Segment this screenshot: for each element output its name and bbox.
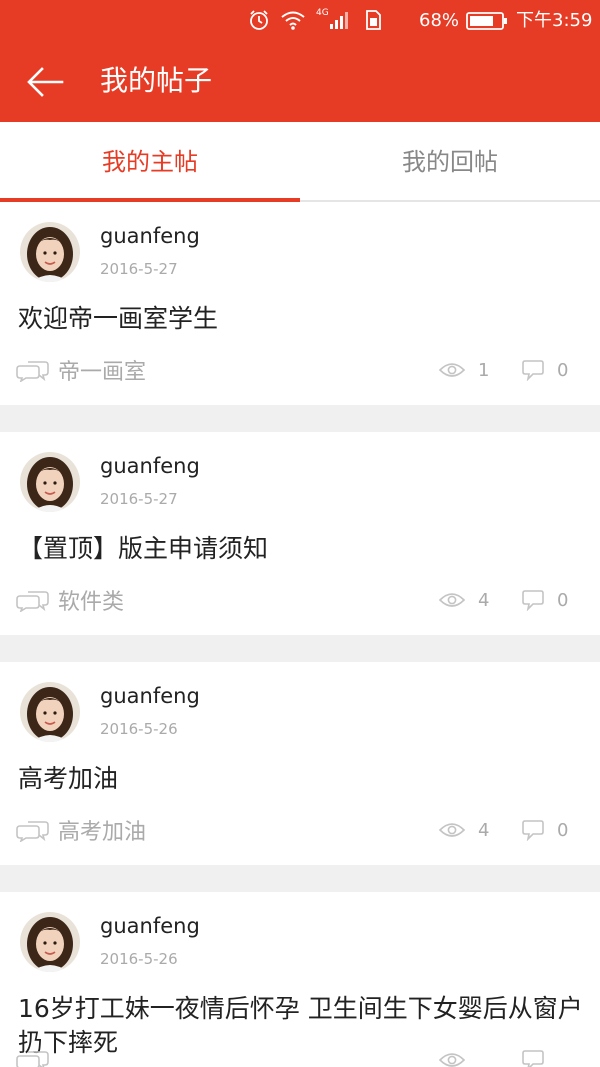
signal-icon bbox=[328, 9, 350, 38]
comment-count: 0 bbox=[521, 355, 568, 385]
back-button[interactable] bbox=[22, 62, 72, 102]
chat-bubbles-icon bbox=[16, 1051, 49, 1067]
username[interactable]: guanfeng bbox=[100, 684, 200, 708]
comment-icon bbox=[522, 1050, 544, 1067]
avatar[interactable] bbox=[20, 912, 80, 972]
forum-tag[interactable]: 软件类 bbox=[16, 585, 124, 615]
eye-icon bbox=[438, 593, 466, 607]
username[interactable]: guanfeng bbox=[100, 914, 200, 938]
status-bar: 4G 68% 下午3:59 bbox=[0, 0, 600, 42]
view-count: 1 bbox=[438, 355, 489, 385]
forum-tag[interactable] bbox=[16, 1045, 58, 1067]
forum-tag[interactable]: 帝一画室 bbox=[16, 355, 146, 385]
tab-bar: 我的主帖 我的回帖 bbox=[0, 122, 600, 202]
comment-count: 0 bbox=[521, 815, 568, 845]
clock: 下午3:59 bbox=[516, 10, 593, 31]
view-count: 4 bbox=[438, 585, 489, 615]
alarm-icon bbox=[248, 9, 270, 38]
sim-icon bbox=[364, 9, 382, 38]
tab-my-replies[interactable]: 我的回帖 bbox=[300, 122, 600, 200]
comment-icon bbox=[522, 590, 544, 611]
forum-tag[interactable]: 高考加油 bbox=[16, 815, 146, 845]
wifi-icon bbox=[280, 9, 306, 38]
post-date: 2016-5-26 bbox=[100, 720, 178, 738]
chat-bubbles-icon bbox=[16, 821, 49, 842]
eye-icon bbox=[438, 1053, 466, 1067]
chat-bubbles-icon bbox=[16, 591, 49, 612]
username[interactable]: guanfeng bbox=[100, 224, 200, 248]
battery-icon bbox=[466, 10, 508, 39]
chat-bubbles-icon bbox=[16, 361, 49, 382]
view-count-value: 4 bbox=[478, 589, 490, 611]
app-bar: 我的帖子 bbox=[0, 42, 600, 122]
comment-count-value: 0 bbox=[557, 819, 569, 841]
avatar[interactable] bbox=[20, 452, 80, 512]
forum-name: 高考加油 bbox=[58, 820, 147, 845]
comment-icon bbox=[522, 820, 544, 841]
view-count: 4 bbox=[438, 815, 489, 845]
post-title[interactable]: 高考加油 bbox=[18, 762, 588, 796]
comment-count-value: 0 bbox=[557, 589, 569, 611]
forum-name: 帝一画室 bbox=[58, 360, 147, 385]
eye-icon bbox=[438, 363, 466, 377]
post-title[interactable]: 【置顶】版主申请须知 bbox=[18, 532, 588, 566]
tab-my-posts[interactable]: 我的主帖 bbox=[0, 122, 300, 200]
post-card[interactable]: guanfeng 2016-5-26 高考加油 高考加油 4 0 bbox=[0, 662, 600, 865]
avatar[interactable] bbox=[20, 222, 80, 282]
eye-icon bbox=[438, 823, 466, 837]
avatar[interactable] bbox=[20, 682, 80, 742]
post-date: 2016-5-27 bbox=[100, 260, 178, 278]
comment-count bbox=[521, 1045, 557, 1067]
view-count-value: 4 bbox=[478, 819, 490, 841]
view-count-value: 1 bbox=[478, 359, 490, 381]
post-title[interactable]: 欢迎帝一画室学生 bbox=[18, 302, 588, 336]
comment-count: 0 bbox=[521, 585, 568, 615]
forum-name: 软件类 bbox=[58, 590, 125, 615]
post-date: 2016-5-27 bbox=[100, 490, 178, 508]
view-count bbox=[438, 1045, 478, 1067]
arrow-left-icon bbox=[27, 67, 64, 97]
comment-icon bbox=[522, 360, 544, 381]
network-type: 4G bbox=[316, 8, 329, 18]
post-title[interactable]: 16岁打工妹一夜情后怀孕 卫生间生下女婴后从窗户扔下摔死 bbox=[18, 992, 588, 1060]
post-card[interactable]: guanfeng 2016-5-26 16岁打工妹一夜情后怀孕 卫生间生下女婴后… bbox=[0, 892, 600, 1067]
post-card[interactable]: guanfeng 2016-5-27 【置顶】版主申请须知 软件类 4 0 bbox=[0, 432, 600, 635]
comment-count-value: 0 bbox=[557, 359, 569, 381]
post-card[interactable]: guanfeng 2016-5-27 欢迎帝一画室学生 帝一画室 1 0 bbox=[0, 202, 600, 405]
battery-percent: 68% bbox=[419, 10, 460, 31]
username[interactable]: guanfeng bbox=[100, 454, 200, 478]
page-title: 我的帖子 bbox=[100, 64, 213, 97]
post-date: 2016-5-26 bbox=[100, 950, 178, 968]
